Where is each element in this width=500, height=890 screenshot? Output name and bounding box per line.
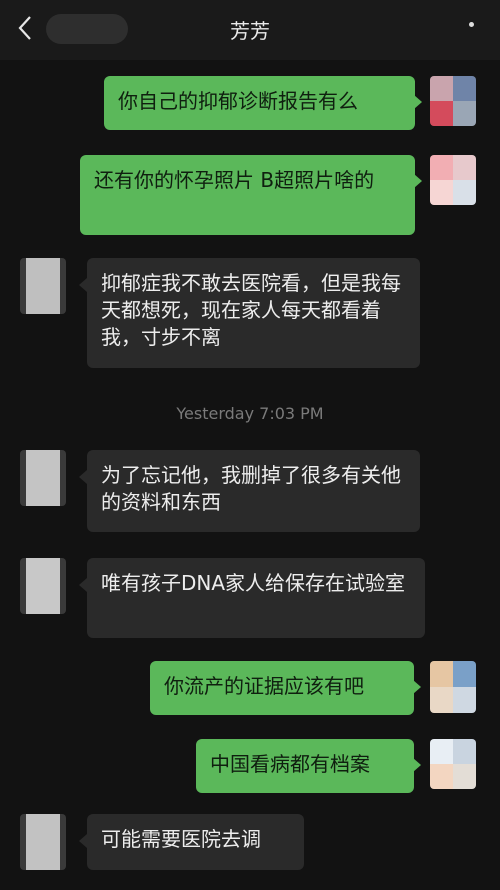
contact-avatar[interactable]	[20, 814, 66, 870]
bubble-tail	[413, 758, 421, 772]
bubble-tail	[79, 578, 87, 592]
my-avatar[interactable]	[430, 739, 476, 789]
my-avatar[interactable]	[430, 76, 476, 126]
chat-header: 芳芳	[0, 0, 500, 60]
message-timestamp: Yesterday 7:03 PM	[176, 404, 324, 423]
bubble-tail	[414, 174, 422, 188]
bubble-tail	[79, 470, 87, 484]
message-bubble-outgoing[interactable]: 你流产的证据应该有吧	[150, 661, 414, 715]
bubble-tail	[414, 95, 422, 109]
message-bubble-outgoing[interactable]: 中国看病都有档案	[196, 739, 414, 793]
bubble-tail	[79, 834, 87, 848]
message-bubble-incoming[interactable]: 为了忘记他，我删掉了很多有关他的资料和东西	[87, 450, 420, 532]
more-dots-icon[interactable]	[469, 22, 474, 27]
chat-title: 芳芳	[230, 19, 270, 43]
message-bubble-incoming[interactable]: 抑郁症我不敢去医院看，但是我每天都想死，现在家人每天都看着我，寸步不离	[87, 258, 420, 368]
contact-avatar[interactable]	[20, 258, 66, 314]
bubble-tail	[79, 278, 87, 292]
bubble-tail	[413, 680, 421, 694]
message-bubble-incoming[interactable]: 唯有孩子DNA家人给保存在试验室	[87, 558, 425, 638]
message-bubble-outgoing[interactable]: 还有你的怀孕照片 B超照片啥的	[80, 155, 415, 235]
my-avatar[interactable]	[430, 155, 476, 205]
message-bubble-outgoing[interactable]: 你自己的抑郁诊断报告有么	[104, 76, 415, 130]
my-avatar[interactable]	[430, 661, 476, 713]
message-bubble-incoming[interactable]: 可能需要医院去调	[87, 814, 304, 870]
contact-avatar[interactable]	[20, 450, 66, 506]
contact-avatar[interactable]	[20, 558, 66, 614]
